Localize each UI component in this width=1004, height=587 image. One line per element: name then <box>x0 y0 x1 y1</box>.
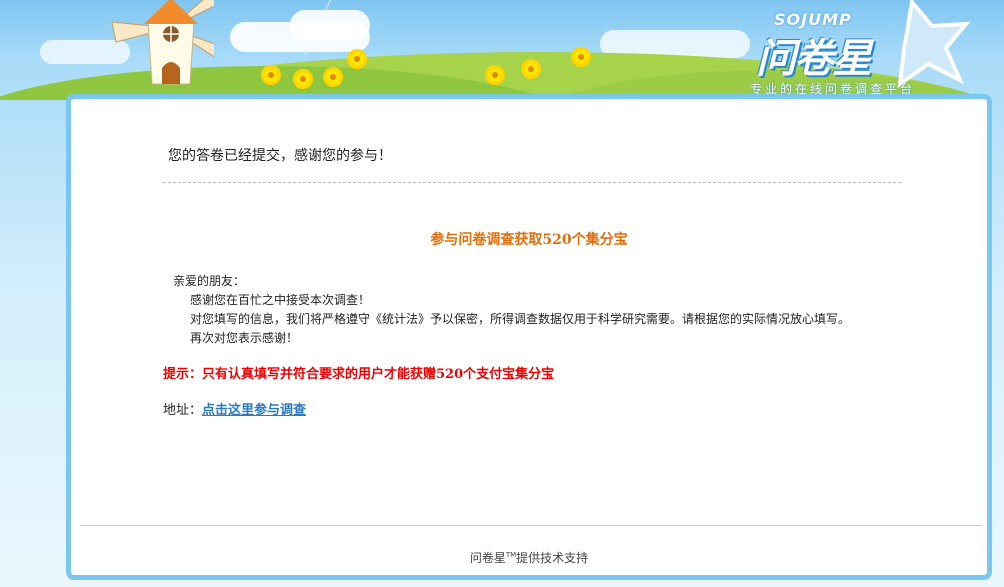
survey-title: 参与问卷调查获取520个集分宝 <box>430 232 628 248</box>
dashed-divider <box>163 182 901 183</box>
flower-icon <box>524 62 538 76</box>
letter-line: 感谢您在百忙之中接受本次调查！ <box>190 293 371 307</box>
survey-link[interactable]: 点击这里参与调查 <box>202 403 306 418</box>
invitation-letter: 亲爱的朋友： 感谢您在百忙之中接受本次调查！ 对您填写的信息，我们将严格遵守《统… <box>173 272 850 348</box>
content-panel: 您的答卷已经提交，感谢您的参与！ 参与问卷调查获取520个集分宝 亲爱的朋友： … <box>66 94 992 580</box>
footer-text: 提供技术支持 <box>516 551 589 565</box>
flower-icon <box>296 72 310 86</box>
flower-icon <box>350 52 364 66</box>
footer-divider <box>80 525 982 526</box>
letter-line: 再次对您表示感谢！ <box>190 331 299 345</box>
windmill-icon <box>111 0 214 85</box>
flower-icon <box>574 50 588 64</box>
footer-brand: 问卷星 <box>469 551 506 565</box>
address-row: 地址：点击这里参与调查 <box>163 399 306 418</box>
logo-cn-text: 问卷星 <box>756 36 872 82</box>
tip-text: 提示：只有认真填写并符合要求的用户才能获赠520个支付宝集分宝 <box>163 367 555 382</box>
flower-icon <box>488 68 502 82</box>
cloud <box>290 10 370 40</box>
submit-success-message: 您的答卷已经提交，感谢您的参与！ <box>168 148 392 164</box>
greeting: 亲爱的朋友： <box>173 274 246 288</box>
address-label: 地址： <box>163 403 203 418</box>
flower-icon <box>264 68 278 82</box>
flower-icon <box>326 70 340 84</box>
letter-line: 对您填写的信息，我们将严格遵守《统计法》予以保密，所得调查数据仅用于科学研究需要… <box>190 312 851 326</box>
header-banner: SOJUMP 问卷星 专业的在线问卷调查平台 <box>0 0 1004 100</box>
footer: 问卷星TM提供技术支持 <box>71 549 987 566</box>
trademark: TM <box>505 551 517 559</box>
sojump-logo: SOJUMP 问卷星 专业的在线问卷调查平台 <box>730 0 990 100</box>
